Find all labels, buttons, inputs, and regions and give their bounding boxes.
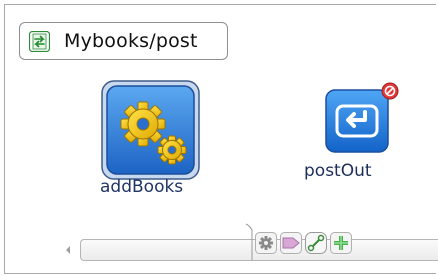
route-label-text: Mybooks/post <box>64 30 198 52</box>
connector-icon[interactable] <box>305 232 327 254</box>
addbooks-label: addBooks <box>100 177 184 197</box>
add-icon[interactable] <box>330 232 352 254</box>
node-palette <box>244 222 406 262</box>
error-badge-icon <box>381 82 399 100</box>
scroll-left-arrow-icon[interactable] <box>63 243 73 257</box>
addbooks-node[interactable] <box>101 80 200 180</box>
route-switch-icon <box>29 31 50 52</box>
postout-node[interactable] <box>325 82 399 156</box>
route-label-box[interactable]: Mybooks/post <box>19 22 228 60</box>
postout-label: postOut <box>304 161 372 181</box>
tag-icon[interactable] <box>280 232 302 254</box>
gear-icon[interactable] <box>255 232 277 254</box>
gears-icon <box>101 80 200 180</box>
